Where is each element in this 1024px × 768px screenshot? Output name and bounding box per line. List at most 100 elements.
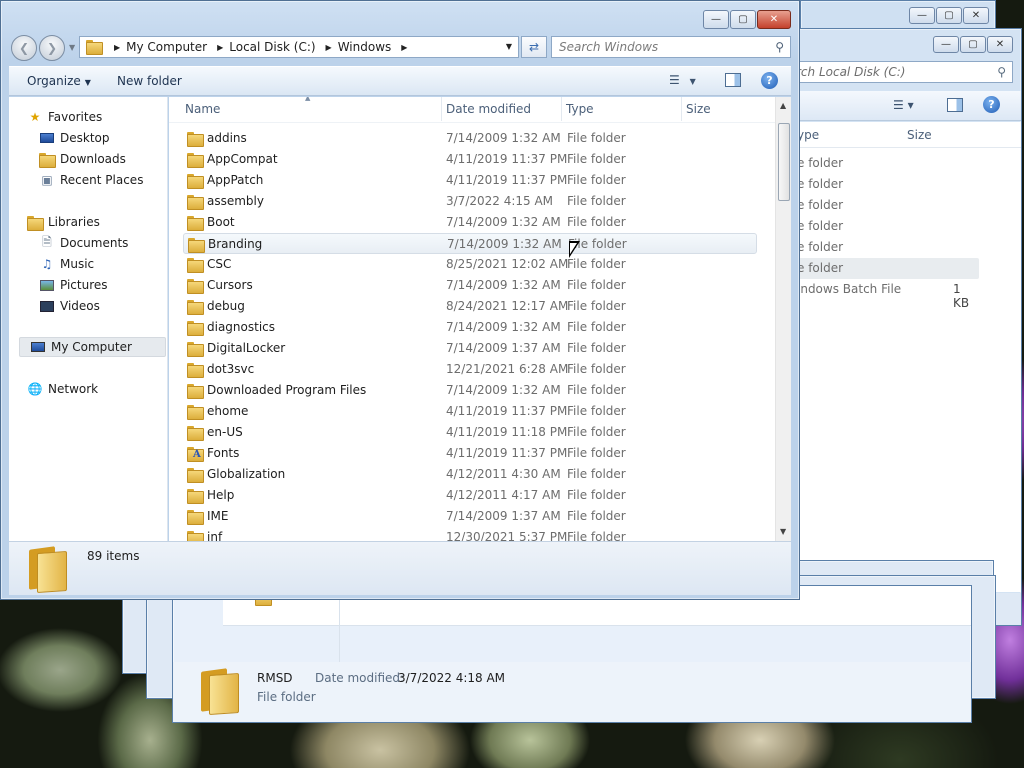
table-row[interactable]: indows Batch File 1 KB [793,279,979,310]
scroll-down-icon[interactable]: ▼ [780,527,786,536]
search-input[interactable]: rch Local Disk (C:) ⚲ [789,61,1013,83]
close-button[interactable]: ✕ [987,36,1013,53]
close-button[interactable]: ✕ [963,7,989,24]
file-type: e folder [797,156,844,170]
search-icon[interactable]: ⚲ [775,40,784,54]
search-input[interactable]: Search Windows ⚲ [551,36,791,58]
table-row[interactable]: Downloaded Program Files 7/14/2009 1:32 A… [183,380,757,401]
breadcrumb-windows[interactable]: Windows ▶ [338,40,414,54]
folder-icon [187,362,204,378]
table-row[interactable]: dot3svc 12/21/2021 6:28 AM File folder [183,359,757,380]
column-divider[interactable] [441,97,442,121]
file-date: 4/12/2011 4:30 AM [446,467,561,481]
column-divider[interactable] [681,97,682,121]
nav-my-computer[interactable]: My Computer [19,337,166,357]
column-size[interactable]: Size [907,128,932,142]
table-row[interactable]: inf 12/30/2021 5:37 PM File folder [183,527,757,541]
nav-documents[interactable]: 🗎 Documents [39,233,128,253]
nav-libraries[interactable]: Libraries [27,212,100,232]
nav-favorites[interactable]: ★ Favorites [27,107,103,127]
nav-recent-places[interactable]: ▣ Recent Places [39,170,143,190]
folder-icon [187,341,204,357]
minimize-button[interactable]: — [933,36,959,53]
nav-network[interactable]: 🌐 Network [27,379,99,399]
breadcrumb-local-disk[interactable]: Local Disk (C:) ▶ [229,40,337,54]
scrollbar-thumb[interactable] [778,123,790,201]
minimize-button[interactable]: — [703,10,729,29]
table-row[interactable]: DigitalLocker 7/14/2009 1:37 AM File folde… [183,338,757,359]
table-row[interactable]: e folder [793,174,979,195]
column-name[interactable]: Name [185,102,220,120]
nav-desktop[interactable]: Desktop [39,128,110,148]
address-dropdown-icon[interactable]: ▼ [506,42,512,51]
address-bar[interactable]: ▶ My Computer ▶ Local Disk (C:) ▶ Windows ▶… [79,36,519,58]
column-date-modified[interactable]: Date modified [446,102,531,120]
table-row[interactable]: e folder [793,258,979,279]
table-row[interactable]: AppPatch 4/11/2019 11:37 PM File folder [183,170,757,191]
nav-music[interactable]: ♫ Music [39,254,95,274]
table-row[interactable]: Globalization 4/12/2011 4:30 AM File folde… [183,464,757,485]
file-name: AppCompat [207,152,278,166]
file-type: File folder [567,488,626,502]
preview-pane-icon[interactable] [947,98,963,112]
file-type: File folder [567,509,626,523]
file-name: Cursors [207,278,253,292]
views-icon[interactable]: ☰ ▾ [893,98,914,112]
nav-pictures[interactable]: Pictures [39,275,108,295]
nav-downloads[interactable]: Downloads [39,149,126,169]
scroll-up-icon[interactable]: ▲ [780,101,786,110]
rmsd-explorer-window[interactable]: File folder RMSD Date modified: 3/7/2022… [172,585,972,723]
table-row[interactable]: ehome 4/11/2019 11:37 PM File folder [183,401,757,422]
nav-videos[interactable]: Videos [39,296,100,316]
table-row[interactable]: diagnostics 7/14/2009 1:32 AM File folder [183,317,757,338]
table-row[interactable]: Help 4/12/2011 4:17 AM File folder [183,485,757,506]
table-row[interactable]: Cursors 7/14/2009 1:32 AM File folder [183,275,757,296]
help-icon[interactable]: ? [761,72,778,89]
file-type: File folder [567,446,626,460]
maximize-button[interactable]: ▢ [960,36,986,53]
change-view-button[interactable]: ☰ ▼ [669,73,696,87]
file-type: e folder [797,198,844,212]
new-folder-button[interactable]: New folder [117,74,182,88]
table-row[interactable]: IME 7/14/2009 1:37 AM File folder [183,506,757,527]
column-type[interactable]: Type [566,102,594,120]
refresh-button[interactable]: ⇄ [521,36,547,58]
table-row[interactable]: debug 8/24/2021 12:17 AM File folder [183,296,757,317]
breadcrumb-separator[interactable]: ▶ [104,43,126,52]
chevron-down-icon: ▼ [84,78,91,87]
table-row[interactable]: assembly 3/7/2022 4:15 AM File folder [183,191,757,212]
table-row[interactable]: CSC 8/25/2021 12:02 AM File folder [183,254,757,275]
search-icon[interactable]: ⚲ [997,65,1006,79]
back-button[interactable]: ❮ [11,35,37,61]
windows-explorer-window[interactable]: — ▢ ✕ ❮ ❯ ▼ ▶ My Computer ▶ Local Disk (C… [0,0,800,600]
table-row[interactable]: en-US 4/11/2019 11:18 PM File folder [183,422,757,443]
table-row[interactable]: AppCompat 4/11/2019 11:37 PM File folder [183,149,757,170]
help-icon[interactable]: ? [983,96,1000,113]
forward-button[interactable]: ❯ [39,35,65,61]
table-row[interactable]: Branding 7/14/2009 1:32 AM File folder [183,233,757,254]
maximize-button[interactable]: ▢ [936,7,962,24]
table-row[interactable]: e folder [793,216,979,237]
preview-pane-icon[interactable] [725,73,741,87]
table-row[interactable]: e folder [793,153,979,174]
table-row[interactable]: e folder [793,195,979,216]
local-disk-window[interactable]: — ▢ ✕ rch Local Disk (C:) ⚲ ☰ ▾ ? ype Si… [786,28,1022,626]
vertical-scrollbar[interactable]: ▲ ▼ [775,97,791,541]
maximize-button[interactable]: ▢ [730,10,756,29]
recent-pages-dropdown-icon[interactable]: ▼ [69,43,75,52]
organize-button[interactable]: Organize ▼ [27,74,91,88]
breadcrumb-my-computer[interactable]: My Computer ▶ [126,40,229,54]
column-divider[interactable] [561,97,562,121]
file-name: diagnostics [207,320,276,334]
nav-label: Downloads [60,152,126,166]
command-bar: Organize ▼ New folder ☰ ▼ ? [9,66,791,96]
table-row[interactable]: e folder [793,237,979,258]
column-type[interactable]: ype [797,128,819,142]
file-type: File folder [567,425,626,439]
table-row[interactable]: A Fonts 4/11/2019 11:37 PM File folder [183,443,757,464]
column-size[interactable]: Size [686,102,711,120]
table-row[interactable]: addins 7/14/2009 1:32 AM File folder [183,128,757,149]
minimize-button[interactable]: — [909,7,935,24]
close-button[interactable]: ✕ [757,10,791,29]
table-row[interactable]: Boot 7/14/2009 1:32 AM File folder [183,212,757,233]
